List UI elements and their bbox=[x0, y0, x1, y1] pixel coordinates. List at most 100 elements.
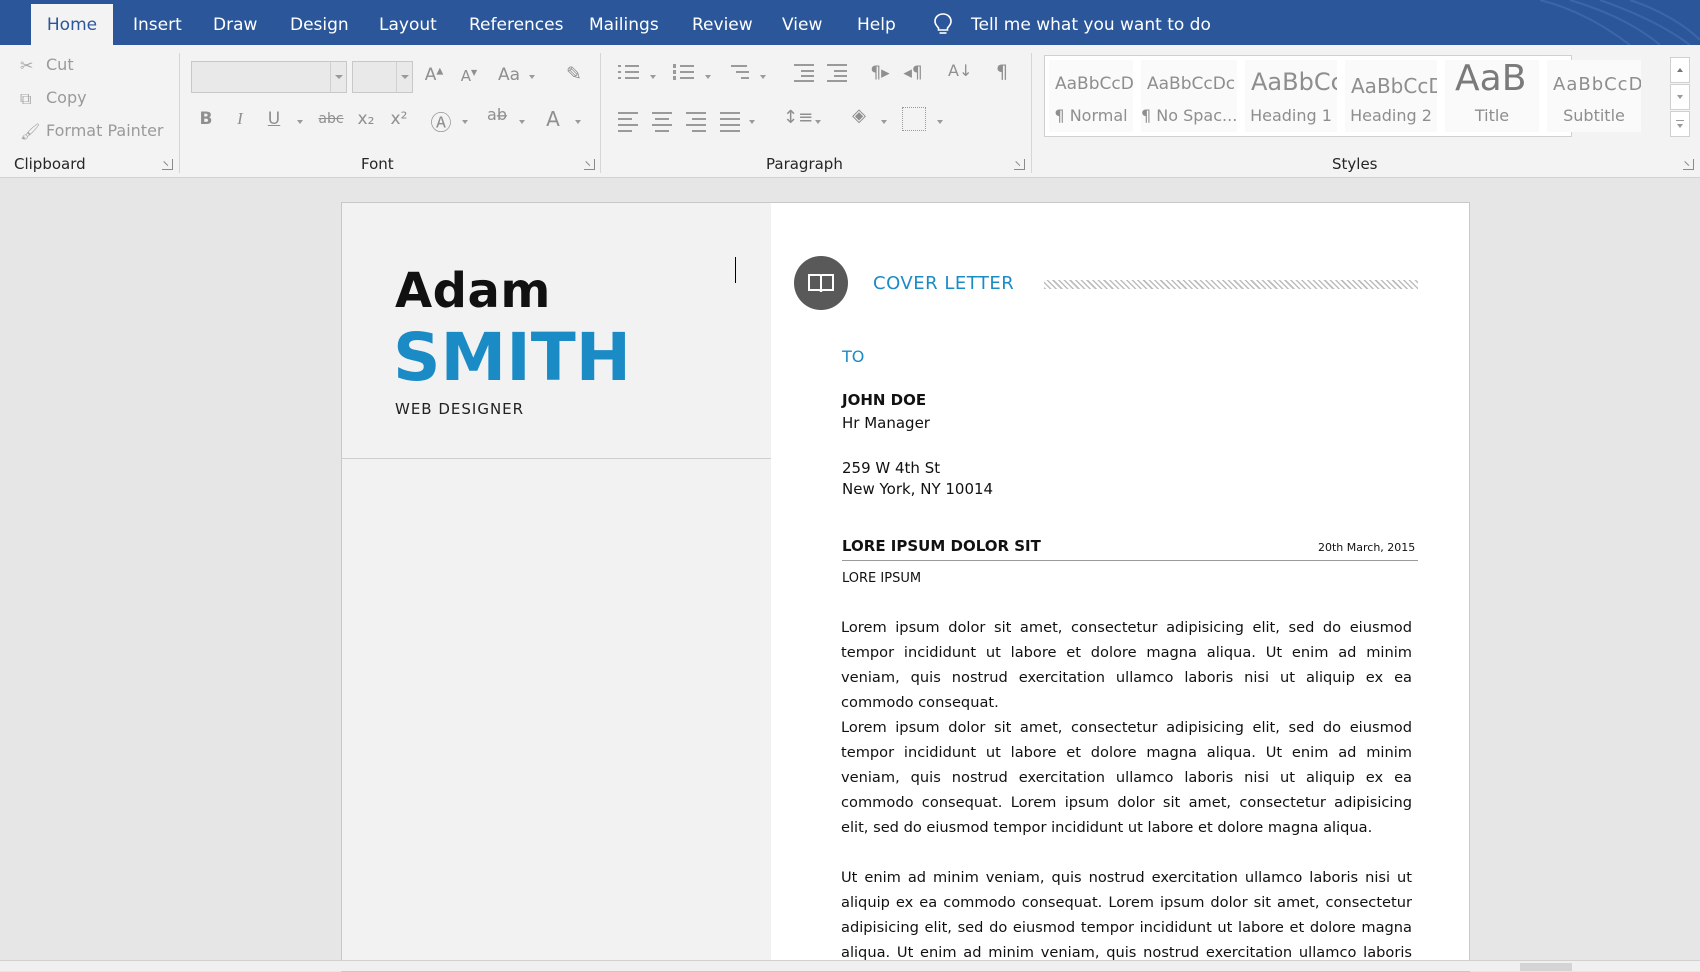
tab-design[interactable]: Design bbox=[290, 0, 349, 45]
ribbon-home: ✂ Cut ⧉ Copy 🖌 Format Painter Clipboard … bbox=[0, 45, 1700, 178]
chevron-down-icon bbox=[575, 120, 581, 124]
align-left-button[interactable] bbox=[617, 109, 639, 132]
styles-scroll-down-button[interactable] bbox=[1670, 84, 1690, 110]
divider bbox=[179, 53, 180, 173]
format-painter-icon: 🖌 bbox=[20, 122, 41, 141]
superscript-button[interactable]: x² bbox=[387, 109, 411, 129]
document-page[interactable]: Adam SMITH WEB DESIGNER COVER LETTER TO … bbox=[341, 202, 1470, 972]
paragraph-label: Paragraph bbox=[766, 155, 843, 173]
tab-insert[interactable]: Insert bbox=[133, 0, 182, 45]
address-line-2: New York, NY 10014 bbox=[842, 480, 994, 498]
divider bbox=[600, 53, 601, 173]
shading-button[interactable]: ◈ bbox=[847, 105, 871, 126]
job-title: WEB DESIGNER bbox=[395, 400, 525, 418]
subject-divider bbox=[842, 560, 1418, 561]
letter-subheading: LORE IPSUM bbox=[842, 571, 922, 586]
tab-review[interactable]: Review bbox=[692, 0, 753, 45]
strikethrough-button[interactable]: abc bbox=[316, 111, 346, 127]
recipient-title: Hr Manager bbox=[842, 414, 930, 432]
chevron-down-icon bbox=[749, 120, 755, 124]
style-heading-1[interactable]: AaBbCc Heading 1 bbox=[1245, 60, 1337, 132]
letter-date: 20th March, 2015 bbox=[1318, 541, 1416, 554]
tab-home[interactable]: Home bbox=[31, 4, 113, 45]
style-heading-2[interactable]: AaBbCcD Heading 2 bbox=[1345, 60, 1437, 132]
book-icon bbox=[794, 256, 848, 310]
underline-button[interactable]: U bbox=[265, 109, 283, 129]
cut-icon: ✂ bbox=[20, 56, 34, 75]
tab-references[interactable]: References bbox=[469, 0, 563, 45]
tab-layout[interactable]: Layout bbox=[379, 0, 437, 45]
chevron-down-icon bbox=[881, 120, 887, 124]
tab-view[interactable]: View bbox=[782, 0, 822, 45]
rtl-button[interactable]: ◂¶ bbox=[902, 63, 924, 83]
italic-button[interactable]: I bbox=[231, 109, 249, 129]
header-decoration bbox=[1539, 0, 1700, 45]
styles-gallery: AaBbCcDc ¶ Normal AaBbCcDc ¶ No Spac... … bbox=[1044, 55, 1641, 137]
font-name-combobox[interactable] bbox=[191, 61, 347, 93]
multilevel-list-button[interactable] bbox=[727, 61, 751, 83]
subscript-button[interactable]: x₂ bbox=[354, 109, 378, 129]
decrease-indent-button[interactable] bbox=[792, 61, 816, 83]
align-center-button[interactable] bbox=[651, 109, 673, 132]
paragraph-launcher[interactable] bbox=[1014, 159, 1025, 170]
align-right-button[interactable] bbox=[685, 109, 707, 132]
last-name: SMITH bbox=[393, 319, 632, 396]
text-effects-button[interactable]: Ⓐ bbox=[430, 107, 452, 137]
chevron-down-icon bbox=[937, 120, 943, 124]
tab-help[interactable]: Help bbox=[857, 0, 896, 45]
clear-formatting-button[interactable]: ✎ bbox=[562, 63, 586, 85]
divider bbox=[1031, 53, 1032, 173]
style-no-spacing[interactable]: AaBbCcDc ¶ No Spac... bbox=[1141, 60, 1237, 132]
style-title[interactable]: AaB Title bbox=[1445, 60, 1539, 132]
status-bar bbox=[0, 960, 1700, 971]
clipboard-launcher[interactable] bbox=[162, 159, 173, 170]
chevron-down-icon bbox=[815, 120, 821, 124]
address-line-1: 259 W 4th St bbox=[842, 459, 941, 477]
chevron-down-icon bbox=[650, 75, 656, 79]
style-normal[interactable]: AaBbCcDc ¶ Normal bbox=[1049, 60, 1133, 132]
style-subtitle[interactable]: AaBbCcD Subtitle bbox=[1547, 60, 1641, 132]
recipient-name: JOHN DOE bbox=[842, 391, 927, 409]
copy-icon: ⧉ bbox=[20, 89, 32, 108]
section-divider bbox=[1044, 280, 1418, 289]
tab-mailings[interactable]: Mailings bbox=[589, 0, 659, 45]
line-spacing-button[interactable]: ↕≡ bbox=[783, 107, 813, 128]
justify-button[interactable] bbox=[719, 109, 741, 132]
font-label: Font bbox=[361, 155, 394, 173]
borders-button[interactable] bbox=[902, 107, 926, 131]
name-header: Adam SMITH WEB DESIGNER bbox=[342, 203, 771, 459]
to-label: TO bbox=[842, 347, 865, 366]
ltr-button[interactable]: ¶▸ bbox=[869, 63, 891, 83]
letter-subject: LORE IPSUM DOLOR SIT bbox=[842, 537, 1041, 555]
bold-button[interactable]: B bbox=[197, 109, 215, 129]
styles-launcher[interactable] bbox=[1683, 159, 1694, 170]
clipboard-label: Clipboard bbox=[14, 155, 86, 173]
font-color-button[interactable]: A bbox=[542, 107, 564, 131]
numbering-button[interactable] bbox=[672, 61, 696, 83]
sidebar-column: Adam SMITH WEB DESIGNER bbox=[342, 203, 771, 971]
chevron-down-icon bbox=[462, 120, 468, 124]
body-paragraph-1: Lorem ipsum dolor sit amet, consectetur … bbox=[841, 619, 1412, 711]
ribbon-tab-bar: Home Insert Draw Design Layout Reference… bbox=[0, 0, 1700, 45]
section-title: COVER LETTER bbox=[873, 273, 1015, 294]
bullets-button[interactable] bbox=[617, 61, 641, 83]
font-size-combobox[interactable] bbox=[352, 61, 413, 93]
styles-more-button[interactable] bbox=[1670, 111, 1690, 137]
shrink-font-button[interactable]: A▼ bbox=[458, 67, 480, 85]
styles-scroll-up-button[interactable] bbox=[1670, 57, 1690, 83]
styles-label: Styles bbox=[1332, 155, 1378, 173]
tell-me-text: Tell me what you want to do bbox=[971, 15, 1211, 35]
chevron-down-icon bbox=[297, 120, 303, 124]
increase-indent-button[interactable] bbox=[825, 61, 849, 83]
body-paragraph-3: Ut enim ad minim veniam, quis nostrud ex… bbox=[841, 869, 1412, 971]
chevron-down-icon bbox=[705, 75, 711, 79]
chevron-down-icon bbox=[519, 120, 525, 124]
show-paragraph-marks-button[interactable]: ¶ bbox=[992, 61, 1012, 83]
tab-draw[interactable]: Draw bbox=[213, 0, 257, 45]
lightbulb-icon bbox=[934, 13, 952, 34]
sort-button[interactable]: A↓ bbox=[948, 61, 972, 80]
highlight-button[interactable]: ab̶ bbox=[484, 105, 510, 124]
change-case-button[interactable]: Aa bbox=[496, 65, 522, 85]
font-launcher[interactable] bbox=[584, 159, 595, 170]
grow-font-button[interactable]: A▲ bbox=[423, 65, 445, 85]
